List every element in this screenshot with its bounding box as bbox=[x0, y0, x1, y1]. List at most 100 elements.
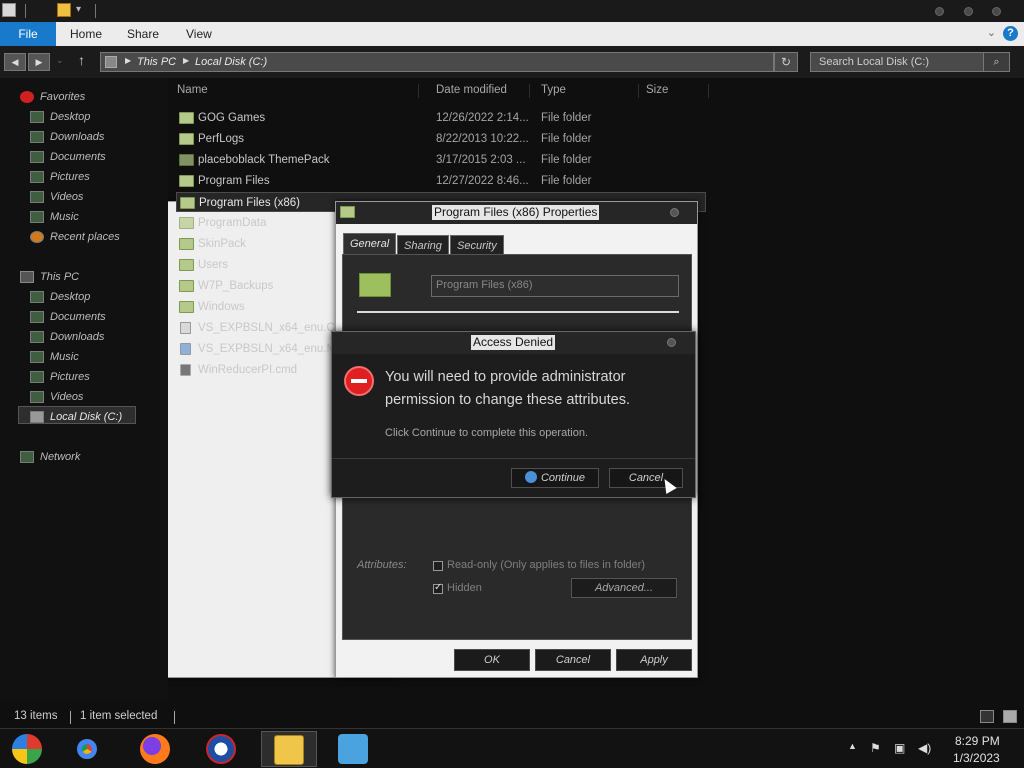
taskbar-people[interactable] bbox=[326, 731, 382, 767]
videos-icon bbox=[30, 391, 44, 403]
nav-label: Desktop bbox=[50, 111, 91, 123]
explorer-app-icon[interactable] bbox=[2, 3, 16, 17]
breadcrumb-separator-icon[interactable]: ▶ bbox=[125, 56, 131, 65]
music-icon bbox=[30, 211, 44, 223]
recent-locations-icon[interactable]: ⌄ bbox=[56, 55, 64, 66]
documents-icon bbox=[30, 311, 44, 323]
file-name: placeboblack ThemePack bbox=[198, 154, 330, 166]
quick-access-divider bbox=[25, 4, 26, 18]
large-icons-view-icon[interactable] bbox=[1003, 710, 1017, 723]
show-hidden-icons-icon[interactable]: ▲ bbox=[848, 741, 857, 751]
apply-button[interactable]: Apply bbox=[616, 649, 692, 671]
properties-title-bar[interactable]: Program Files (x86) Properties bbox=[336, 202, 697, 224]
help-icon[interactable]: ? bbox=[1003, 26, 1018, 41]
file-type: File folder bbox=[541, 175, 592, 187]
nav-label: Music bbox=[50, 211, 79, 223]
access-denied-title-bar[interactable]: Access Denied bbox=[332, 332, 695, 354]
nav-label: Videos bbox=[50, 391, 84, 403]
column-header-type[interactable]: Type bbox=[541, 80, 566, 100]
folder-icon bbox=[179, 238, 194, 250]
tab-share[interactable]: Share bbox=[127, 22, 159, 46]
file-row[interactable]: Program Files 12/27/2022 8:46... File fold… bbox=[176, 171, 706, 191]
column-header-size[interactable]: Size bbox=[646, 80, 668, 100]
tab-view[interactable]: View bbox=[186, 22, 212, 46]
hidden-checkbox[interactable] bbox=[433, 582, 443, 594]
file-name: Windows bbox=[198, 301, 245, 313]
nav-label: Pictures bbox=[50, 171, 90, 183]
nav-label: Documents bbox=[50, 311, 106, 323]
customize-quick-access-icon[interactable]: ▾ bbox=[76, 4, 81, 15]
minimize-button[interactable] bbox=[935, 7, 944, 16]
folder-icon bbox=[180, 197, 195, 209]
tab-general[interactable]: General bbox=[343, 233, 397, 255]
taskbar-file-explorer[interactable] bbox=[261, 731, 317, 767]
taskbar-app[interactable] bbox=[194, 731, 250, 767]
breadcrumb-local-disk[interactable]: Local Disk (C:) bbox=[195, 56, 267, 68]
new-folder-quick-icon[interactable] bbox=[57, 3, 71, 17]
forward-button[interactable]: ▶ bbox=[28, 53, 50, 71]
folder-icon bbox=[179, 175, 194, 187]
network-icon bbox=[20, 451, 34, 463]
properties-close-button[interactable] bbox=[670, 208, 679, 217]
continue-button[interactable]: Continue bbox=[511, 468, 599, 488]
folder-icon bbox=[179, 217, 194, 229]
tab-sharing[interactable]: Sharing bbox=[397, 235, 449, 255]
file-name: Users bbox=[198, 259, 229, 271]
refresh-button[interactable]: ↻ bbox=[774, 52, 798, 72]
file-row[interactable]: GOG Games 12/26/2022 2:14... File folder bbox=[176, 108, 706, 128]
readonly-checkbox[interactable] bbox=[433, 561, 443, 571]
file-name: GOG Games bbox=[198, 112, 266, 124]
pictures-icon bbox=[30, 371, 44, 383]
file-name: W7P_Backups bbox=[198, 280, 274, 292]
back-button[interactable]: ◀ bbox=[4, 53, 26, 71]
breadcrumb-separator-icon[interactable]: ▶ bbox=[183, 56, 189, 65]
ok-button[interactable]: OK bbox=[454, 649, 530, 671]
advanced-button[interactable]: Advanced... bbox=[571, 578, 677, 598]
folder-name-field[interactable]: Program Files (x86) bbox=[431, 275, 679, 297]
file-type: File folder bbox=[541, 133, 592, 145]
nav-label: Pictures bbox=[50, 371, 90, 383]
access-denied-close-button[interactable] bbox=[667, 338, 676, 347]
nav-label: Downloads bbox=[50, 131, 105, 143]
clock-date[interactable]: 1/3/2023 bbox=[953, 751, 1000, 765]
clock-time[interactable]: 8:29 PM bbox=[955, 734, 1000, 748]
search-placeholder: Search Local Disk (C:) bbox=[819, 56, 930, 68]
breadcrumb-this-pc[interactable]: This PC bbox=[137, 56, 176, 68]
tab-home[interactable]: Home bbox=[70, 22, 102, 46]
file-row[interactable]: PerfLogs 8/22/2013 10:22... File folder bbox=[176, 129, 706, 149]
cancel-button[interactable]: Cancel bbox=[535, 649, 611, 671]
expand-ribbon-icon[interactable]: ⌄ bbox=[987, 26, 996, 39]
start-button[interactable] bbox=[0, 731, 56, 767]
column-divider[interactable] bbox=[638, 84, 639, 98]
network-tray-icon[interactable]: ▣ bbox=[894, 741, 905, 755]
taskbar-chrome[interactable] bbox=[60, 731, 116, 767]
address-bar[interactable]: ▶ This PC ▶ Local Disk (C:) bbox=[100, 52, 774, 72]
file-name: VS_EXPBSLN_x64_enu.CAB bbox=[198, 322, 351, 334]
details-view-icon[interactable] bbox=[980, 710, 994, 723]
computer-icon bbox=[20, 271, 34, 283]
file-name: ProgramData bbox=[198, 217, 267, 229]
column-divider[interactable] bbox=[418, 84, 419, 98]
search-input[interactable]: Search Local Disk (C:) ⌕ bbox=[810, 52, 1010, 72]
column-divider[interactable] bbox=[529, 84, 530, 98]
taskbar-firefox[interactable] bbox=[128, 731, 184, 767]
column-header-date[interactable]: Date modified bbox=[436, 80, 507, 100]
close-button[interactable] bbox=[992, 7, 1001, 16]
selection-count: 1 item selected bbox=[80, 710, 158, 722]
nav-label: Recent places bbox=[50, 231, 120, 243]
column-header-name[interactable]: Name bbox=[177, 80, 208, 100]
tab-file[interactable]: File bbox=[0, 22, 56, 46]
column-divider[interactable] bbox=[708, 84, 709, 98]
app-icon bbox=[206, 734, 236, 764]
file-row[interactable]: placeboblack ThemePack 3/17/2015 2:03 ...… bbox=[176, 150, 706, 170]
action-center-flag-icon[interactable]: ⚑ bbox=[870, 741, 881, 755]
file-name: SkinPack bbox=[198, 238, 246, 250]
title-bar: ▾ bbox=[0, 0, 1024, 678]
maximize-button[interactable] bbox=[964, 7, 973, 16]
tab-security[interactable]: Security bbox=[450, 235, 504, 255]
desktop-icon bbox=[30, 111, 44, 123]
search-icon[interactable]: ⌕ bbox=[983, 53, 1009, 71]
up-arrow-icon[interactable]: ↑ bbox=[78, 52, 85, 68]
volume-icon[interactable]: ◀) bbox=[918, 741, 931, 755]
heart-icon bbox=[20, 91, 34, 103]
